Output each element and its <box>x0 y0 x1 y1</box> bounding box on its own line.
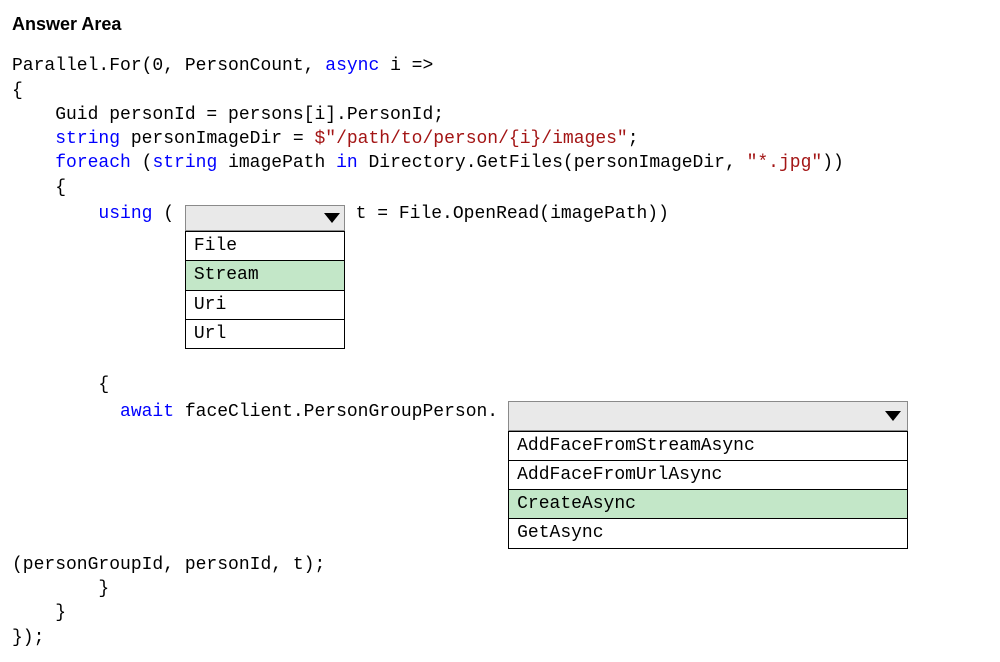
code-text: { <box>12 81 23 101</box>
method-dropdown[interactable] <box>508 401 908 431</box>
keyword-string: string <box>55 129 120 149</box>
option-uri[interactable]: Uri <box>186 290 344 319</box>
chevron-down-icon <box>324 213 340 223</box>
keyword-in: in <box>336 153 358 173</box>
keyword-await: await <box>120 402 174 422</box>
code-block: Parallel.For(0, PersonCount, async i => … <box>12 54 988 200</box>
type-dropdown[interactable] <box>185 205 345 231</box>
code-text: )) <box>822 153 844 173</box>
string-literal: "*.jpg" <box>747 153 823 173</box>
code-text: i => <box>379 56 433 76</box>
code-text: }); <box>12 628 44 648</box>
keyword-foreach: foreach <box>55 153 131 173</box>
code-text: } <box>12 603 66 623</box>
code-text: Guid personId = persons[i].PersonId; <box>12 105 444 125</box>
code-text: faceClient.PersonGroupPerson. <box>174 402 498 422</box>
keyword-using: using <box>98 204 152 224</box>
code-text: (personGroupId, personId, t); <box>12 555 325 575</box>
string-literal: $"/path/to/person/{i}/images" <box>314 129 627 149</box>
option-url[interactable]: Url <box>186 319 344 348</box>
code-text <box>12 129 55 149</box>
code-text <box>12 204 98 224</box>
option-stream[interactable]: Stream <box>186 260 344 289</box>
code-text: Directory.GetFiles(personImageDir, <box>358 153 747 173</box>
code-text: Parallel.For(0, PersonCount, <box>12 56 325 76</box>
code-text: { <box>12 178 66 198</box>
code-text: t = File.OpenRead(imagePath)) <box>345 204 669 224</box>
code-text <box>12 402 120 422</box>
code-text: personImageDir = <box>120 129 314 149</box>
code-text: } <box>12 579 109 599</box>
code-text: ( <box>131 153 153 173</box>
option-addfacefromstreamasync[interactable]: AddFaceFromStreamAsync <box>509 431 907 460</box>
chevron-down-icon <box>885 411 901 421</box>
type-dropdown-options: File Stream Uri Url <box>185 231 345 349</box>
page-title: Answer Area <box>12 12 988 36</box>
code-text: { <box>12 375 109 395</box>
code-text: ( <box>152 204 184 224</box>
option-getasync[interactable]: GetAsync <box>509 518 907 547</box>
keyword-async: async <box>325 56 379 76</box>
option-createasync[interactable]: CreateAsync <box>509 489 907 518</box>
keyword-string: string <box>152 153 217 173</box>
code-text: ; <box>628 129 639 149</box>
option-addfacefromurlasync[interactable]: AddFaceFromUrlAsync <box>509 460 907 489</box>
method-dropdown-options: AddFaceFromStreamAsync AddFaceFromUrlAsy… <box>508 431 908 549</box>
code-text: imagePath <box>217 153 336 173</box>
option-file[interactable]: File <box>186 231 344 260</box>
code-text <box>12 153 55 173</box>
